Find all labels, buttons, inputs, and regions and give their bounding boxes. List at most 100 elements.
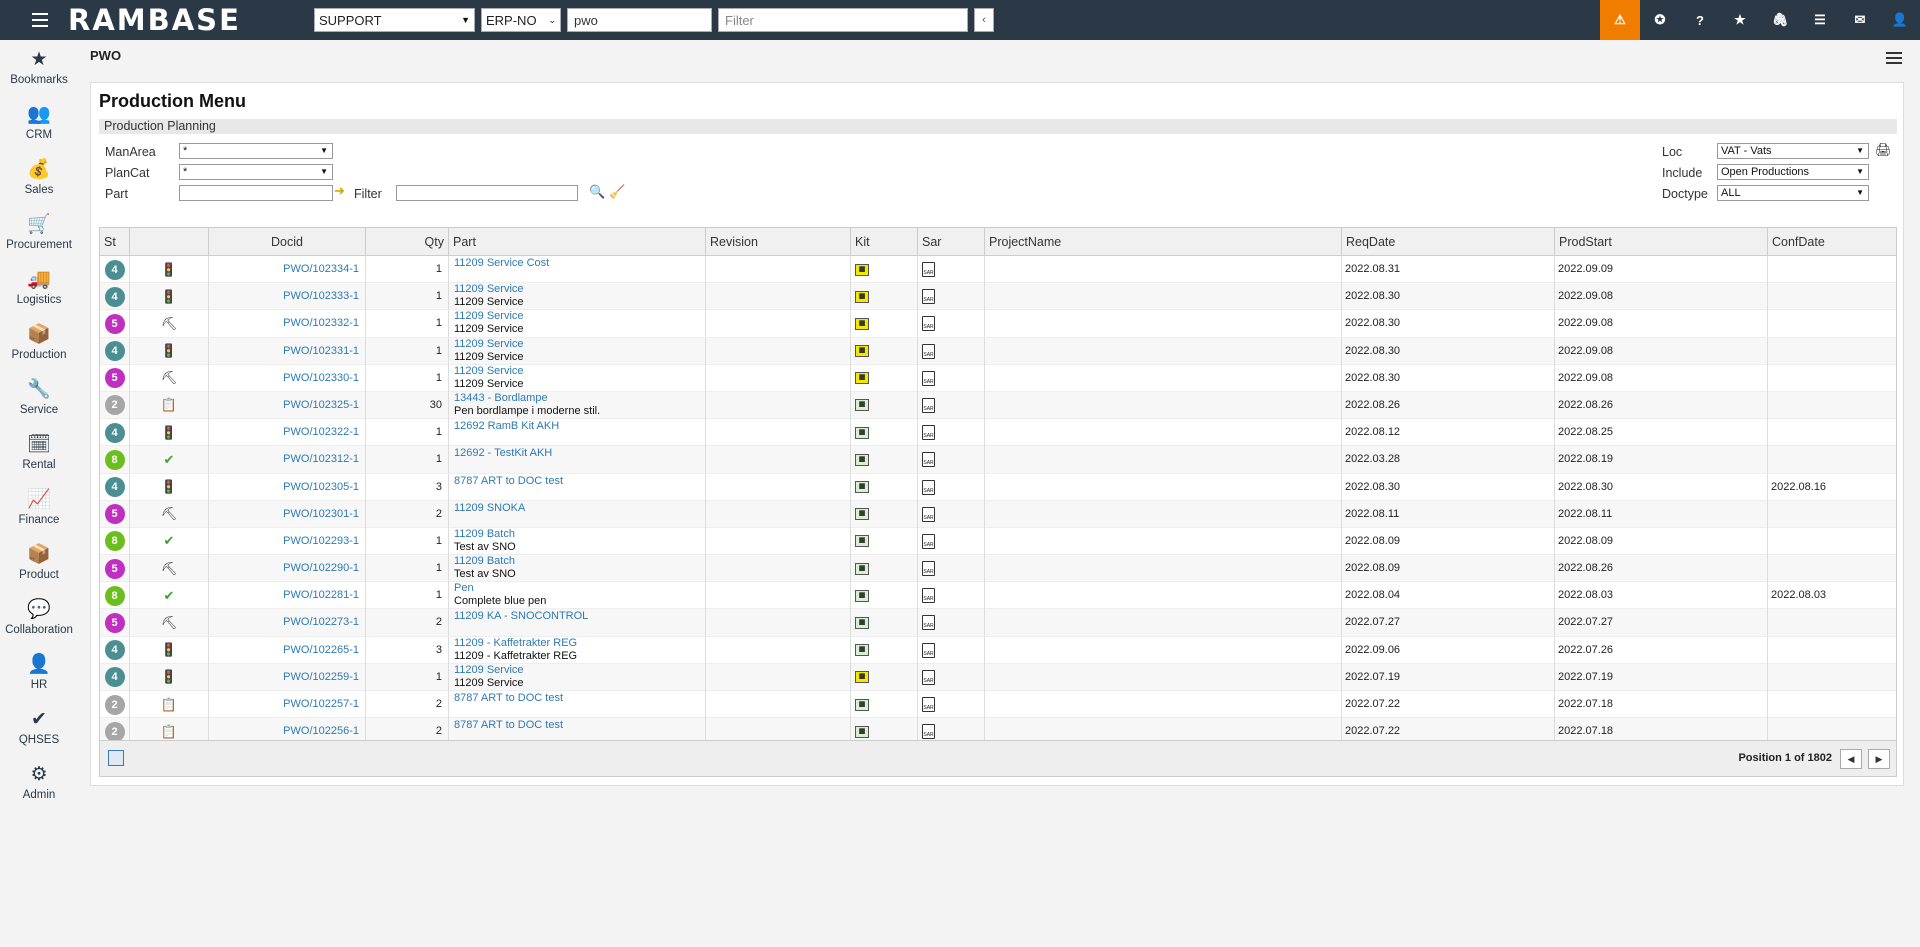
col-projectname[interactable]: ProjectName xyxy=(985,228,1342,256)
table-row[interactable]: 5 ⛏ PWO/102332-1 1 11209 Service 11209 Servic… xyxy=(100,310,1896,338)
loc-select[interactable]: VAT - Vats ▼ xyxy=(1717,143,1869,159)
previous-page-button[interactable]: ◀ xyxy=(1840,749,1862,769)
sar-document-icon[interactable]: SAR xyxy=(922,370,935,386)
docid-link[interactable]: PWO/102301-1 xyxy=(209,500,366,528)
kit-icon[interactable]: ▦ xyxy=(855,589,869,602)
nav-item-logistics[interactable]: 🚚 Logistics xyxy=(0,260,78,315)
table-row[interactable]: 8 ✔ PWO/102281-1 1 Pen Complete blue pen ▦ SAR 2… xyxy=(100,582,1896,610)
sar-document-icon[interactable]: SAR xyxy=(922,479,935,495)
part-link[interactable]: 11209 Batch xyxy=(454,528,705,541)
col-st[interactable]: St xyxy=(100,228,130,256)
help-icon[interactable]: ? xyxy=(1680,0,1720,40)
docid-link[interactable]: PWO/102312-1 xyxy=(209,446,366,474)
sar-document-icon[interactable]: SAR xyxy=(922,588,935,604)
command-input[interactable]: pwo xyxy=(567,8,712,32)
sar-document-icon[interactable]: SAR xyxy=(922,262,935,277)
kit-icon[interactable]: ▦ xyxy=(855,616,869,629)
docid-link[interactable]: PWO/102333-1 xyxy=(209,283,366,311)
attachment-icon[interactable]: 🖇 xyxy=(1760,0,1800,40)
table-row[interactable]: 2 📋 PWO/102257-1 2 8787 ART to DOC test ▦ SAR 2… xyxy=(100,691,1896,719)
kit-icon[interactable]: ▦ xyxy=(855,317,869,330)
col-kit[interactable]: Kit xyxy=(851,228,918,256)
global-filter-input[interactable]: Filter xyxy=(718,8,968,32)
nav-item-hr[interactable]: 👤 HR xyxy=(0,645,78,700)
user-icon[interactable]: 👤 xyxy=(1880,0,1920,40)
sar-document-icon[interactable]: SAR xyxy=(922,289,935,305)
sar-document-icon[interactable]: SAR xyxy=(922,397,935,413)
table-row[interactable]: 4 🚦 PWO/102333-1 1 11209 Service 11209 Servic… xyxy=(100,283,1896,311)
nav-item-collaboration[interactable]: 💬 Collaboration xyxy=(0,590,78,645)
part-link[interactable]: 13443 - Bordlampe xyxy=(454,392,705,405)
part-link[interactable]: 8787 ART to DOC test xyxy=(454,719,705,732)
doctype-select[interactable]: ALL ▼ xyxy=(1717,185,1869,201)
docid-link[interactable]: PWO/102305-1 xyxy=(209,473,366,501)
docid-link[interactable]: PWO/102331-1 xyxy=(209,337,366,365)
nav-item-qhses[interactable]: ✔ QHSES xyxy=(0,700,78,755)
company-select[interactable]: SUPPORT ▼ xyxy=(314,8,475,32)
part-link[interactable]: 11209 Service xyxy=(454,365,705,378)
mail-icon[interactable]: ✉ xyxy=(1840,0,1880,40)
docid-link[interactable]: PWO/102256-1 xyxy=(209,718,366,740)
plancat-select[interactable]: * ▼ xyxy=(179,164,333,180)
nav-item-procurement[interactable]: 🛒 Procurement xyxy=(0,205,78,260)
part-input[interactable] xyxy=(179,185,333,201)
col-docid[interactable]: Docid xyxy=(209,228,366,256)
docid-link[interactable]: PWO/102332-1 xyxy=(209,310,366,338)
table-row[interactable]: 4 🚦 PWO/102334-1 1 11209 Service Cost ▦ SAR 202… xyxy=(100,256,1896,284)
grid-settings-icon[interactable] xyxy=(108,750,124,766)
nav-item-product[interactable]: 📦 Product xyxy=(0,535,78,590)
nav-item-rental[interactable]: 🗓 Rental xyxy=(0,425,78,480)
nav-item-finance[interactable]: 📈 Finance xyxy=(0,480,78,535)
include-select[interactable]: Open Productions ▼ xyxy=(1717,164,1869,180)
col-confdate[interactable]: ConfDate xyxy=(1768,228,1896,256)
kit-icon[interactable]: ▦ xyxy=(855,508,869,521)
filter-input[interactable] xyxy=(396,185,578,201)
sar-document-icon[interactable]: SAR xyxy=(922,697,935,712)
kit-icon[interactable]: ▦ xyxy=(855,263,869,276)
col-reqdate[interactable]: ReqDate xyxy=(1342,228,1555,256)
list-icon[interactable]: ☰ xyxy=(1800,0,1840,40)
part-link[interactable]: 11209 Service xyxy=(454,283,705,296)
kit-icon[interactable]: ▦ xyxy=(855,426,869,439)
sar-document-icon[interactable]: SAR xyxy=(922,343,935,359)
part-link[interactable]: 11209 Service xyxy=(454,664,705,677)
page-menu-icon[interactable] xyxy=(1886,52,1902,64)
part-link[interactable]: 11209 Service xyxy=(454,310,705,323)
docid-link[interactable]: PWO/102259-1 xyxy=(209,663,366,691)
sar-document-icon[interactable]: SAR xyxy=(922,316,935,332)
next-page-button[interactable]: ▶ xyxy=(1868,749,1890,769)
docid-link[interactable]: PWO/102293-1 xyxy=(209,527,366,555)
part-link[interactable]: 12692 - TestKit AKH xyxy=(454,447,705,460)
sar-document-icon[interactable]: SAR xyxy=(922,506,935,522)
kit-icon[interactable]: ▦ xyxy=(855,290,869,303)
search-icon[interactable]: 🔍 xyxy=(589,184,605,200)
sar-document-icon[interactable]: SAR xyxy=(922,669,935,685)
nav-item-crm[interactable]: 👥 CRM xyxy=(0,95,78,150)
part-link[interactable]: Pen xyxy=(454,582,705,595)
part-link[interactable]: 11209 Batch xyxy=(454,555,705,568)
nav-item-sales[interactable]: 💰 Sales xyxy=(0,150,78,205)
sar-document-icon[interactable]: SAR xyxy=(922,724,935,740)
col-sar[interactable]: Sar xyxy=(918,228,985,256)
arrow-right-icon[interactable]: ➜ xyxy=(334,183,345,199)
docid-link[interactable]: PWO/102281-1 xyxy=(209,582,366,610)
docid-link[interactable]: PWO/102273-1 xyxy=(209,609,366,637)
print-icon[interactable]: 🖨 xyxy=(1875,142,1892,158)
nav-item-admin[interactable]: ⚙ Admin xyxy=(0,755,78,810)
col-qty[interactable]: Qty xyxy=(366,228,449,256)
col-part[interactable]: Part xyxy=(449,228,706,256)
table-row[interactable]: 8 ✔ PWO/102293-1 1 11209 Batch Test av SNO ▦ SA… xyxy=(100,527,1896,556)
col-status-icon[interactable] xyxy=(130,228,209,256)
table-row[interactable]: 5 ⛏ PWO/102273-1 2 11209 KA - SNOCONTROL ▦ SAR… xyxy=(100,609,1896,637)
table-row[interactable]: 4 🚦 PWO/102305-1 3 8787 ART to DOC test ▦ SAR 2… xyxy=(100,473,1896,501)
table-row[interactable]: 4 🚦 PWO/102322-1 1 12692 RamB Kit AKH ▦ SAR 202… xyxy=(100,419,1896,447)
kit-icon[interactable]: ▦ xyxy=(855,535,869,548)
alert-icon[interactable]: ⚠ xyxy=(1600,0,1640,40)
table-row[interactable]: 2 📋 PWO/102325-1 30 13443 - Bordlampe Pen bor… xyxy=(100,391,1896,420)
part-link[interactable]: 11209 KA - SNOCONTROL xyxy=(454,610,705,623)
docid-link[interactable]: PWO/102330-1 xyxy=(209,364,366,392)
nav-item-production[interactable]: 📦 Production xyxy=(0,315,78,370)
part-link[interactable]: 11209 - Kaffetrakter REG xyxy=(454,637,705,650)
part-link[interactable]: 8787 ART to DOC test xyxy=(454,475,705,488)
col-prodstart[interactable]: ProdStart xyxy=(1555,228,1768,256)
